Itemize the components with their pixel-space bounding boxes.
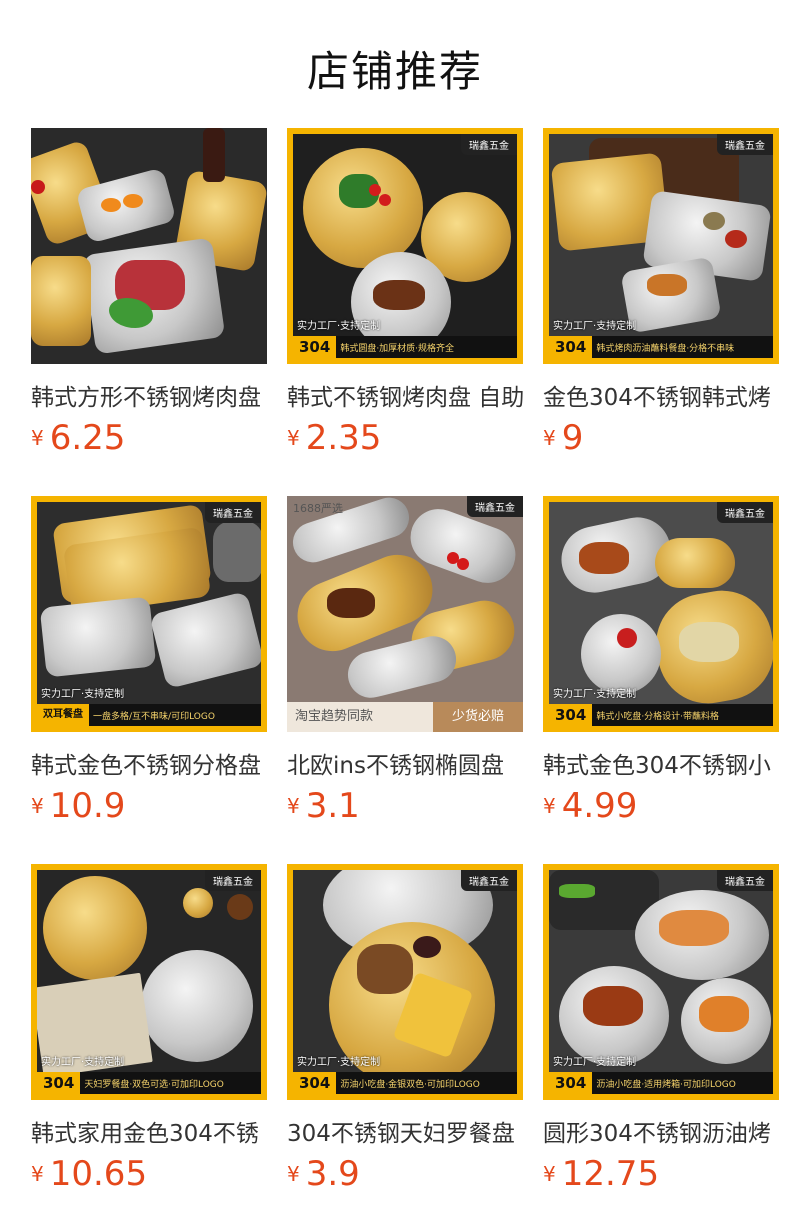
- currency-symbol: ¥: [543, 1162, 556, 1186]
- brand-badge: 瑞鑫五金: [717, 502, 773, 523]
- tag-desc: 沥油小吃盘·金银双色·可加印LOGO: [340, 1079, 480, 1090]
- tag-desc: 天妇罗餐盘·双色可选·可加印LOGO: [84, 1079, 224, 1090]
- tag-bar: 304 沥油小吃盘·金银双色·可加印LOGO: [293, 1072, 517, 1094]
- tag-code: 304: [293, 1072, 337, 1094]
- tag-bar: 304 韩式小吃盘·分格设计·带蘸料格: [549, 704, 773, 726]
- promo-ribbon: 淘宝趋势同款 少货必赔: [287, 702, 523, 732]
- price-value: 10.65: [49, 1154, 148, 1194]
- tag-desc: 一盘多格/互不串味/可印LOGO: [93, 711, 215, 722]
- price-value: 3.9: [305, 1154, 360, 1194]
- price-value: 3.1: [305, 786, 360, 826]
- product-title[interactable]: 韩式不锈钢烤肉盘 自助: [287, 378, 523, 408]
- ribbon-left-text: 淘宝趋势同款: [287, 702, 433, 732]
- product-price: ¥12.75: [543, 1154, 659, 1194]
- product-image[interactable]: 瑞鑫五金 实力工厂·支持定制 304 韩式小吃盘·分格设计·带蘸料格: [543, 496, 779, 732]
- product-price: ¥3.1: [287, 786, 360, 826]
- tag-bar: 304 天妇罗餐盘·双色可选·可加印LOGO: [37, 1072, 261, 1094]
- product-image[interactable]: 瑞鑫五金 实力工厂·支持定制 304 韩式圆盘·加厚材质·规格齐全: [287, 128, 523, 364]
- brand-badge: 瑞鑫五金: [467, 496, 523, 517]
- tag-code: 304: [549, 704, 593, 726]
- tag-bar: 304 韩式烤肉沥油蘸料餐盘·分格不串味: [549, 336, 773, 358]
- product-price: ¥9: [543, 418, 583, 458]
- product-image[interactable]: [31, 128, 267, 364]
- product-price: ¥10.65: [31, 1154, 147, 1194]
- tag-code: 双耳餐盘: [37, 704, 89, 726]
- product-image[interactable]: 瑞鑫五金 实力工厂·支持定制 304 沥油小吃盘·金银双色·可加印LOGO: [287, 864, 523, 1100]
- tag-line: 实力工厂·支持定制: [297, 1057, 381, 1068]
- price-value: 4.99: [561, 786, 638, 826]
- page-title: 店铺推荐: [306, 47, 483, 96]
- price-value: 12.75: [561, 1154, 660, 1194]
- product-price: ¥2.35: [287, 418, 381, 458]
- tag-desc: 沥油小吃盘·适用烤箱·可加印LOGO: [596, 1079, 736, 1090]
- product-title[interactable]: 韩式金色不锈钢分格盘: [31, 746, 267, 776]
- currency-symbol: ¥: [543, 794, 556, 818]
- brand-badge: 瑞鑫五金: [717, 134, 773, 155]
- tag-bar: 304 韩式圆盘·加厚材质·规格齐全: [293, 336, 517, 358]
- price-value: 2.35: [305, 418, 382, 458]
- price-value: 9: [561, 418, 584, 458]
- tag-desc: 韩式圆盘·加厚材质·规格齐全: [340, 343, 455, 354]
- product-image[interactable]: 瑞鑫五金 1688严选 淘宝趋势同款 少货必赔: [287, 496, 523, 732]
- product-title[interactable]: 韩式方形不锈钢烤肉盘: [31, 378, 267, 408]
- product-title[interactable]: 韩式家用金色304不锈: [31, 1114, 267, 1144]
- tag-line: 实力工厂·支持定制: [553, 1057, 637, 1068]
- brand-badge: 瑞鑫五金: [461, 134, 517, 155]
- tag-code: 304: [549, 336, 593, 358]
- product-image[interactable]: 瑞鑫五金 实力工厂·支持定制 双耳餐盘 一盘多格/互不串味/可印LOGO: [31, 496, 267, 732]
- tag-code: 304: [549, 1072, 593, 1094]
- product-title[interactable]: 韩式金色304不锈钢小: [543, 746, 779, 776]
- product-title[interactable]: 圆形304不锈钢沥油烤: [543, 1114, 779, 1144]
- tag-desc: 韩式小吃盘·分格设计·带蘸料格: [596, 711, 720, 722]
- product-title[interactable]: 北欧ins不锈钢椭圆盘: [287, 746, 523, 776]
- product-price: ¥4.99: [543, 786, 637, 826]
- product-price: ¥10.9: [31, 786, 125, 826]
- tag-desc: 韩式烤肉沥油蘸料餐盘·分格不串味: [596, 343, 735, 354]
- currency-symbol: ¥: [31, 1162, 44, 1186]
- tag-bar: 304 沥油小吃盘·适用烤箱·可加印LOGO: [549, 1072, 773, 1094]
- tag-code: 304: [293, 336, 337, 358]
- brand-badge: 瑞鑫五金: [205, 870, 261, 891]
- product-image[interactable]: 瑞鑫五金 实力工厂·支持定制 304 天妇罗餐盘·双色可选·可加印LOGO: [31, 864, 267, 1100]
- currency-symbol: ¥: [31, 426, 44, 450]
- tag-code: 304: [37, 1072, 81, 1094]
- tag-line: 实力工厂·支持定制: [297, 321, 381, 332]
- product-image[interactable]: 瑞鑫五金 实力工厂·支持定制 304 韩式烤肉沥油蘸料餐盘·分格不串味: [543, 128, 779, 364]
- currency-symbol: ¥: [287, 426, 300, 450]
- product-price: ¥6.25: [31, 418, 125, 458]
- currency-symbol: ¥: [287, 1162, 300, 1186]
- tag-bar: 双耳餐盘 一盘多格/互不串味/可印LOGO: [37, 704, 261, 726]
- currency-symbol: ¥: [543, 426, 556, 450]
- product-title[interactable]: 金色304不锈钢韩式烤: [543, 378, 779, 408]
- tag-line: 实力工厂·支持定制: [41, 689, 125, 700]
- ribbon-right-text: 少货必赔: [433, 702, 523, 732]
- currency-symbol: ¥: [287, 794, 300, 818]
- product-title[interactable]: 304不锈钢天妇罗餐盘: [287, 1114, 523, 1144]
- brand-badge: 瑞鑫五金: [717, 870, 773, 891]
- corner-badge: 1688严选: [293, 502, 343, 515]
- tag-line: 实力工厂·支持定制: [553, 689, 637, 700]
- tag-line: 实力工厂·支持定制: [553, 321, 637, 332]
- tag-line: 实力工厂·支持定制: [41, 1057, 125, 1068]
- brand-badge: 瑞鑫五金: [461, 870, 517, 891]
- product-price: ¥3.9: [287, 1154, 360, 1194]
- product-image[interactable]: 瑞鑫五金 实力工厂·支持定制 304 沥油小吃盘·适用烤箱·可加印LOGO: [543, 864, 779, 1100]
- brand-badge: 瑞鑫五金: [205, 502, 261, 523]
- price-value: 6.25: [49, 418, 126, 458]
- price-value: 10.9: [49, 786, 126, 826]
- currency-symbol: ¥: [31, 794, 44, 818]
